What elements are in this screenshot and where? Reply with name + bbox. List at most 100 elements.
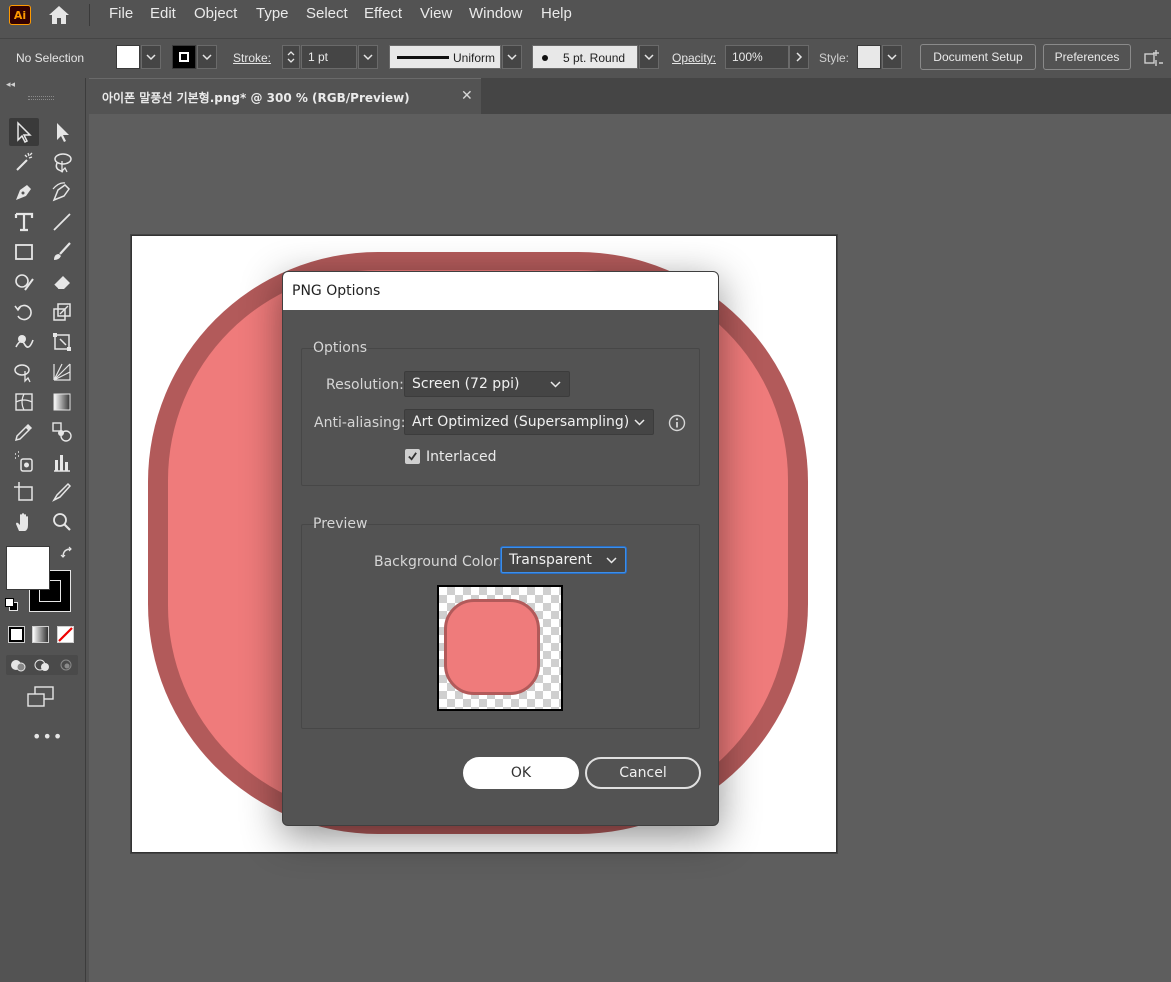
menu-help[interactable]: Help (541, 5, 572, 22)
stroke-label[interactable]: Stroke: (233, 51, 271, 65)
panel-grip[interactable] (28, 96, 54, 100)
warp-tool[interactable] (9, 328, 39, 356)
eyedropper-tool[interactable] (9, 418, 39, 446)
menu-view[interactable]: View (420, 5, 452, 22)
free-transform-tool[interactable] (47, 328, 77, 356)
lasso-tool[interactable] (47, 148, 77, 176)
line-segment-tool[interactable] (47, 208, 77, 236)
stroke-dropdown[interactable] (197, 45, 217, 69)
background-color-dropdown[interactable]: Transparent (501, 547, 626, 573)
scale-tool[interactable] (47, 298, 77, 326)
fill-swatch[interactable] (116, 45, 140, 69)
interlaced-label[interactable]: Interlaced (426, 449, 497, 465)
document-tab-title: 아이폰 말풍선 기본형.png* @ 300 % (RGB/Preview) (102, 91, 410, 105)
close-tab-icon[interactable]: ✕ (461, 88, 473, 104)
menu-effect[interactable]: Effect (364, 5, 402, 22)
menu-bar: Ai File Edit Object Type Select Effect V… (0, 0, 1171, 30)
stroke-weight-stepper[interactable] (282, 45, 300, 69)
rotate-tool[interactable] (9, 298, 39, 326)
direct-selection-tool-icon (57, 123, 69, 142)
stroke-profile-line (397, 56, 449, 59)
opacity-expand[interactable] (789, 45, 809, 69)
direct-selection-tool[interactable] (47, 118, 77, 146)
style-dropdown[interactable] (882, 45, 902, 69)
info-icon[interactable] (668, 414, 686, 432)
rectangle-tool[interactable] (9, 238, 39, 266)
perspective-grid-tool[interactable] (47, 358, 77, 386)
background-color-label: Background Color: (374, 554, 503, 570)
shape-builder-tool-icon (14, 364, 31, 383)
shaper-tool[interactable] (9, 268, 39, 296)
fill-dropdown[interactable] (141, 45, 161, 69)
hand-tool-icon (16, 513, 28, 531)
stroke-weight-input[interactable]: 1 pt (301, 45, 357, 69)
magic-wand-tool[interactable] (9, 148, 39, 176)
home-icon[interactable] (46, 4, 72, 26)
gradient-mode-icon[interactable] (32, 626, 49, 643)
symbol-sprayer-tool[interactable] (9, 448, 39, 476)
menu-file[interactable]: File (109, 5, 133, 22)
chevron-down-icon (634, 419, 645, 426)
draw-normal-icon[interactable] (10, 657, 26, 673)
antialiasing-dropdown[interactable]: Art Optimized (Supersampling) (404, 409, 654, 435)
draw-inside-icon[interactable] (58, 657, 74, 673)
arrange-documents-icon[interactable] (1143, 47, 1165, 69)
menu-select[interactable]: Select (306, 5, 348, 22)
rotate-tool-icon (14, 304, 32, 321)
default-fill-stroke-icon[interactable] (5, 598, 19, 612)
edit-toolbar-icon[interactable]: ••• (32, 727, 63, 746)
document-setup-button[interactable]: Document Setup (920, 44, 1036, 70)
menu-window[interactable]: Window (469, 5, 522, 22)
resolution-dropdown[interactable]: Screen (72 ppi) (404, 371, 570, 397)
swap-fill-stroke-icon[interactable] (60, 546, 74, 560)
zoom-tool[interactable] (47, 508, 77, 536)
slice-tool[interactable] (47, 478, 77, 506)
type-tool[interactable] (9, 208, 39, 236)
preferences-button[interactable]: Preferences (1043, 44, 1131, 70)
artboard-tool-icon (14, 482, 33, 501)
document-tab[interactable]: 아이폰 말풍선 기본형.png* @ 300 % (RGB/Preview) ✕ (89, 78, 481, 114)
selection-tool[interactable] (9, 118, 39, 146)
none-mode-icon[interactable] (57, 626, 74, 643)
ok-button[interactable]: OK (463, 757, 579, 789)
dialog-title: PNG Options (292, 283, 381, 299)
screen-mode-icon[interactable] (26, 686, 56, 708)
selection-status: No Selection (16, 51, 85, 65)
mesh-tool[interactable] (9, 388, 39, 416)
gradient-tool[interactable] (47, 388, 77, 416)
eraser-tool[interactable] (47, 268, 77, 296)
brush-definition[interactable]: 5 pt. Round (532, 45, 638, 69)
brush-dot-icon (542, 55, 548, 61)
hand-tool[interactable] (9, 508, 39, 536)
shape-builder-tool[interactable] (9, 358, 39, 386)
paintbrush-tool[interactable] (47, 238, 77, 266)
stroke-swatch[interactable] (172, 45, 196, 69)
gradient-tool-icon (53, 393, 71, 411)
pen-tool[interactable] (9, 178, 39, 206)
cancel-button[interactable]: Cancel (585, 757, 701, 789)
draw-behind-icon[interactable] (34, 657, 50, 673)
opacity-label[interactable]: Opacity: (672, 51, 716, 65)
graphic-style-swatch[interactable] (857, 45, 881, 69)
dialog-titlebar[interactable]: PNG Options (283, 272, 718, 310)
interlaced-checkbox[interactable] (405, 449, 420, 464)
color-mode-icon[interactable] (8, 626, 25, 643)
curvature-tool[interactable] (47, 178, 77, 206)
menu-edit[interactable]: Edit (150, 5, 176, 22)
blend-tool[interactable] (47, 418, 77, 446)
column-graph-tool[interactable] (47, 448, 77, 476)
brush-dropdown[interactable] (639, 45, 659, 69)
profile-dropdown[interactable] (502, 45, 522, 69)
menu-object[interactable]: Object (194, 5, 237, 22)
background-color-value: Transparent (509, 552, 592, 568)
stroke-weight-dropdown[interactable] (358, 45, 378, 69)
pen-tool-icon (16, 185, 31, 200)
opacity-input[interactable]: 100% (725, 45, 789, 69)
artboard-tool[interactable] (9, 478, 39, 506)
menu-type[interactable]: Type (256, 5, 289, 22)
lasso-tool-icon (54, 153, 72, 173)
preview-group-title: Preview (313, 516, 368, 532)
collapse-panel-icon[interactable]: ◂◂ (6, 80, 15, 90)
variable-width-profile[interactable]: Uniform (389, 45, 501, 69)
fill-color-box[interactable] (6, 546, 50, 590)
